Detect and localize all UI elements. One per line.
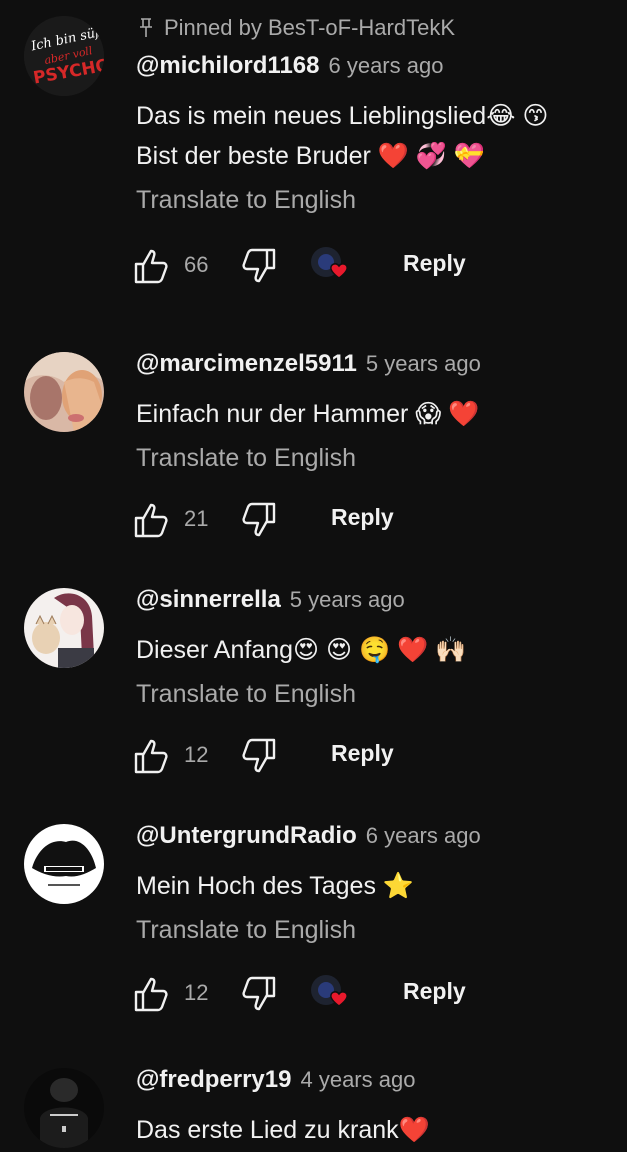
dislike-icon[interactable]	[238, 736, 278, 776]
comment-line: Das is mein neues Lieblingslied😂 😙	[136, 102, 549, 130]
comment-text: Einfach nur der Hammer 😱 ❤️	[136, 394, 611, 434]
reply-button[interactable]: Reply	[403, 250, 466, 277]
action-bar: 21 Reply	[134, 490, 611, 550]
like-count: 12	[184, 980, 209, 1005]
reply-button[interactable]: Reply	[403, 978, 466, 1005]
comment-line: Bist der beste Bruder ❤️ 💞 💝	[136, 142, 486, 170]
author-name[interactable]: @fredperry19	[136, 1066, 291, 1094]
pin-icon	[140, 18, 152, 37]
timestamp[interactable]: 4 years ago	[300, 1067, 415, 1093]
dislike-icon[interactable]	[238, 500, 278, 540]
comment-line: Dieser Anfang😍 😍 🤤 ❤️ 🙌🏻	[136, 636, 467, 664]
action-bar: 12 Reply	[134, 726, 611, 786]
translate-button[interactable]: Translate to English	[136, 910, 611, 950]
comment-line: Einfach nur der Hammer 😱 ❤️	[136, 400, 480, 428]
translate-button[interactable]: Translate to English	[136, 674, 611, 714]
comment-text: Mein Hoch des Tages ⭐	[136, 866, 611, 906]
reply-button[interactable]: Reply	[331, 504, 394, 531]
translate-button[interactable]: Translate to English	[136, 180, 611, 220]
like-count: 12	[184, 742, 209, 767]
avatar[interactable]	[24, 824, 104, 904]
avatar[interactable]	[24, 1068, 104, 1148]
dislike-icon[interactable]	[238, 246, 278, 286]
creator-heart-icon[interactable]	[308, 972, 352, 1016]
author-name[interactable]: @marcimenzel5911	[136, 350, 357, 378]
comment-line: Das erste Lied zu krank❤️	[136, 1116, 430, 1144]
creator-heart-icon[interactable]	[308, 244, 352, 288]
timestamp[interactable]: 6 years ago	[366, 823, 481, 849]
action-bar: 12 Reply	[134, 964, 611, 1024]
author-name[interactable]: @michilord1168	[136, 52, 319, 80]
comment-line: Mein Hoch des Tages ⭐	[136, 872, 415, 900]
timestamp[interactable]: 6 years ago	[328, 53, 443, 79]
avatar[interactable]	[24, 352, 104, 432]
like-icon[interactable]	[132, 736, 172, 776]
pinned-badge: Pinned by BesT-oF-HardTekK	[136, 12, 611, 44]
action-bar: 66 Reply	[134, 236, 611, 296]
comment-text: Das is mein neues Lieblingslied😂 😙 Bist …	[136, 96, 611, 176]
like-count: 66	[184, 252, 209, 277]
dislike-icon[interactable]	[238, 974, 278, 1014]
pinned-label: Pinned by BesT-oF-HardTekK	[164, 15, 456, 40]
avatar[interactable]: Ich bin süß aber voll PSYCHO!	[24, 16, 104, 96]
translate-button[interactable]: Translate to English	[136, 438, 611, 478]
like-icon[interactable]	[132, 500, 172, 540]
timestamp[interactable]: 5 years ago	[290, 587, 405, 613]
timestamp[interactable]: 5 years ago	[366, 351, 481, 377]
avatar[interactable]	[24, 588, 104, 668]
like-icon[interactable]	[132, 246, 172, 286]
like-icon[interactable]	[132, 974, 172, 1014]
comment-text: Dieser Anfang😍 😍 🤤 ❤️ 🙌🏻	[136, 630, 611, 670]
author-name[interactable]: @UntergrundRadio	[136, 822, 357, 850]
reply-button[interactable]: Reply	[331, 740, 394, 767]
author-name[interactable]: @sinnerrella	[136, 586, 281, 614]
like-count: 21	[184, 506, 209, 531]
comment-text: Das erste Lied zu krank❤️	[136, 1110, 611, 1150]
